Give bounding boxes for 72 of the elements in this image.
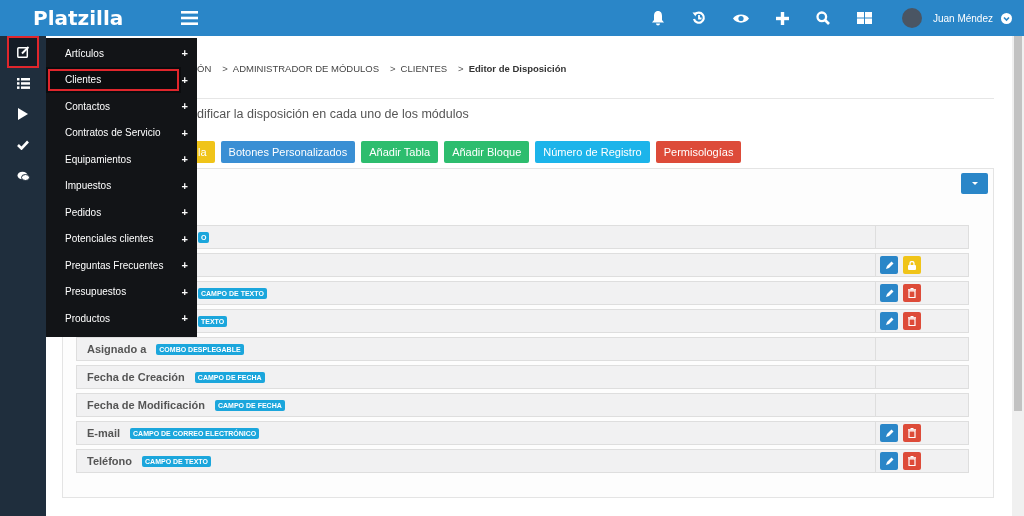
menu-item[interactable]: Productos +: [46, 305, 197, 332]
edit-button[interactable]: [880, 256, 898, 274]
delete-button[interactable]: [903, 284, 921, 302]
history-icon[interactable]: [691, 11, 706, 25]
pencil-icon: [884, 316, 894, 326]
pencil-icon: [884, 456, 894, 466]
expand-icon[interactable]: +: [181, 100, 188, 113]
breadcrumb-item[interactable]: ADMINISTRADOR DE MÓDULOS: [232, 62, 380, 74]
expand-icon[interactable]: +: [181, 259, 188, 272]
field-label: Asignado a: [87, 343, 147, 355]
eye-icon[interactable]: [732, 12, 749, 24]
field-label: Teléfono: [87, 455, 132, 467]
menu-item[interactable]: Impuestos +: [46, 172, 197, 199]
edit-icon: [16, 46, 30, 58]
expand-icon[interactable]: +: [181, 232, 188, 245]
breadcrumb-item: Editor de Disposición: [468, 62, 567, 74]
delete-button[interactable]: [903, 424, 921, 442]
menu-item[interactable]: Preguntas Frecuentes +: [46, 252, 197, 279]
delete-button[interactable]: [903, 452, 921, 470]
check-icon: [17, 140, 29, 150]
edit-button[interactable]: [880, 452, 898, 470]
edit-button[interactable]: [880, 284, 898, 302]
list-icon: [16, 77, 30, 89]
grid-icon[interactable]: [856, 12, 872, 24]
play-icon: [18, 108, 28, 120]
menu-item[interactable]: Pedidos +: [46, 199, 197, 226]
field-label: Fecha de Creación: [87, 371, 185, 383]
expand-icon[interactable]: +: [181, 73, 188, 86]
trash-icon: [908, 428, 916, 438]
toolbar-button[interactable]: Permisologías: [655, 141, 742, 163]
pencil-icon: [884, 428, 894, 438]
field-label: Fecha de Modificación: [87, 399, 205, 411]
caret-icon: [971, 182, 978, 185]
user-name[interactable]: Juan Méndez: [932, 12, 993, 24]
pencil-icon: [884, 288, 894, 298]
chevron-down-icon[interactable]: [1001, 12, 1012, 24]
avatar[interactable]: [901, 8, 922, 28]
delete-button[interactable]: [903, 312, 921, 330]
edit-button[interactable]: [880, 312, 898, 330]
breadcrumb-item[interactable]: ÓN: [197, 62, 212, 74]
breadcrumb-separator: >: [458, 62, 464, 74]
search-icon[interactable]: [815, 11, 830, 25]
plus-icon[interactable]: [775, 11, 789, 25]
trash-icon: [908, 456, 916, 466]
edit-button[interactable]: [880, 424, 898, 442]
chat-icon: [16, 170, 30, 182]
sidebar-item[interactable]: [9, 38, 37, 66]
scrollbar[interactable]: [1012, 36, 1024, 516]
expand-icon[interactable]: +: [181, 47, 188, 60]
pencil-icon: [884, 260, 894, 270]
expand-icon[interactable]: +: [181, 179, 188, 192]
expand-icon[interactable]: +: [181, 285, 188, 298]
trash-icon: [908, 316, 916, 326]
bell-icon[interactable]: [650, 10, 665, 26]
breadcrumb-item[interactable]: CLIENTES: [400, 62, 448, 74]
trash-icon: [908, 288, 916, 298]
menu-item[interactable]: Contactos +: [46, 93, 197, 120]
logo[interactable]: Platzilla: [33, 6, 173, 30]
menu-item[interactable]: Presupuestos +: [46, 278, 197, 305]
dropdown-button[interactable]: [961, 173, 988, 194]
field-label: E-mail: [87, 427, 120, 439]
menu-item[interactable]: Potenciales clientes +: [46, 225, 197, 252]
breadcrumb-separator: >: [390, 62, 396, 74]
expand-icon[interactable]: +: [181, 126, 188, 139]
breadcrumb-separator: >: [222, 62, 228, 74]
menu-item[interactable]: Artículos +: [46, 40, 197, 67]
expand-icon[interactable]: +: [181, 153, 188, 166]
lock-icon: [908, 260, 916, 270]
description-text: dificar la disposición en cada uno de los módulos: [197, 107, 470, 121]
expand-icon[interactable]: +: [181, 312, 188, 325]
menu-icon[interactable]: [181, 11, 198, 25]
expand-icon[interactable]: +: [181, 206, 188, 219]
